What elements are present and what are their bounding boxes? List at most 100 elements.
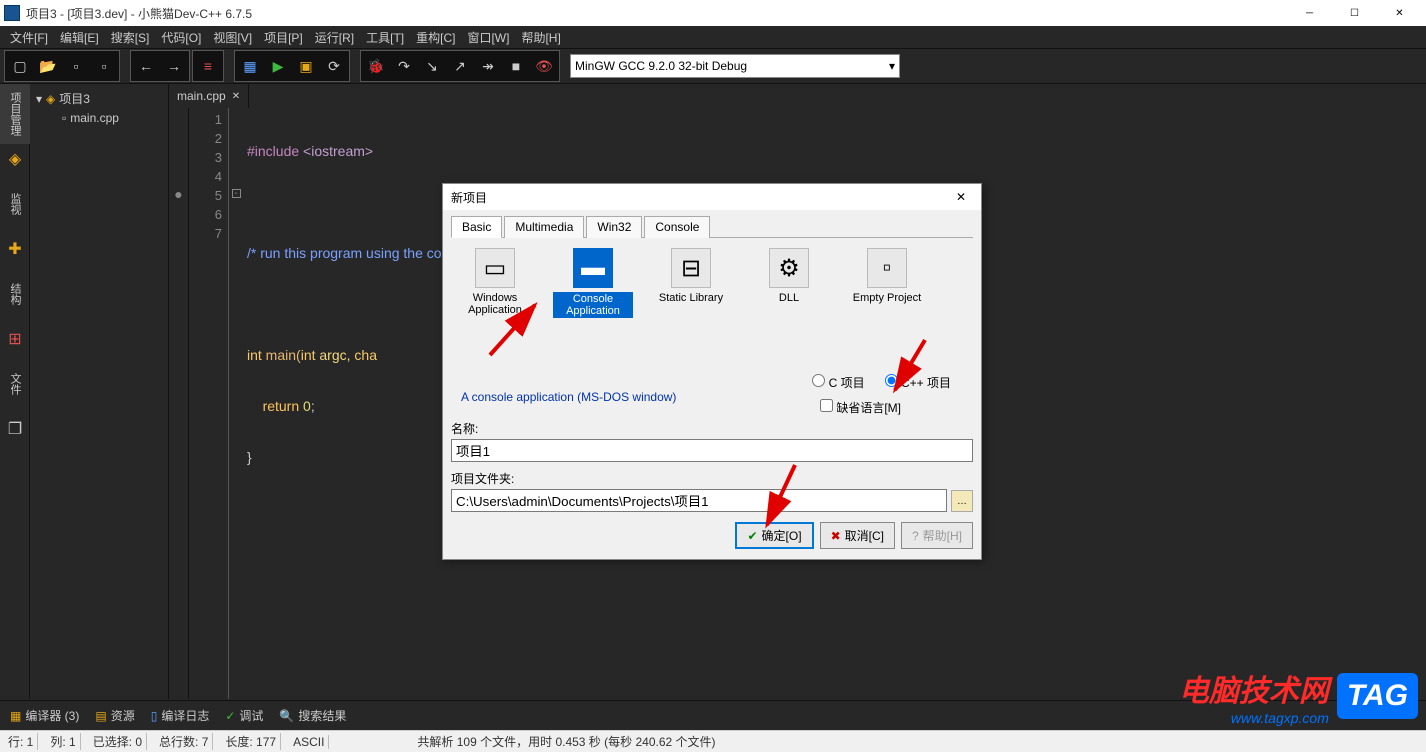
watermark: 电脑技术网 www.tagxp.com TAG: [1179, 666, 1418, 726]
bottom-resource[interactable]: ▤资源: [91, 707, 138, 724]
new-file-icon[interactable]: ▢: [6, 52, 34, 80]
breakpoint-gutter[interactable]: ●: [169, 108, 189, 699]
stop-debug-icon[interactable]: ■: [502, 52, 530, 80]
ok-button[interactable]: ✔确定[O]: [735, 522, 813, 549]
vtab-project[interactable]: 项目管理: [0, 84, 30, 144]
status-parse: 共解析 109 个文件，用时 0.453 秒 (每秒 240.62 个文件): [417, 733, 715, 750]
radio-cpp[interactable]: C++ 项目: [885, 374, 951, 391]
status-total: 总行数: 7: [155, 733, 213, 750]
vtab-file[interactable]: 文件: [0, 354, 30, 414]
dialog-titlebar[interactable]: 新项目 ✕: [443, 184, 981, 210]
hierarchy-icon[interactable]: ⊞: [0, 324, 30, 354]
compiler-select[interactable]: MinGW GCC 9.2.0 32-bit Debug ▾: [570, 54, 900, 78]
tpl-static-lib[interactable]: ⊟Static Library: [651, 248, 731, 318]
project-name-input[interactable]: [451, 439, 973, 462]
tab-multimedia[interactable]: Multimedia: [504, 216, 584, 238]
forward-icon[interactable]: →: [160, 52, 188, 80]
console-icon: ▬: [573, 248, 613, 288]
tab-basic[interactable]: Basic: [451, 216, 502, 238]
name-label: 名称:: [451, 420, 973, 437]
status-col: 列: 1: [46, 733, 80, 750]
watermark-url: www.tagxp.com: [1179, 710, 1329, 726]
open-icon[interactable]: 📂: [34, 52, 62, 80]
check-default-lang[interactable]: 缺省语言[M]: [820, 401, 901, 415]
tpl-windows-app[interactable]: ▭Windows Application: [455, 248, 535, 318]
minimize-button[interactable]: ─: [1287, 0, 1332, 26]
menu-edit[interactable]: 编辑[E]: [54, 27, 105, 48]
radio-c[interactable]: C 项目: [812, 374, 864, 391]
fold-gutter[interactable]: -: [229, 108, 243, 699]
tpl-dll[interactable]: ⚙DLL: [749, 248, 829, 318]
file-tab[interactable]: main.cpp ✕: [169, 84, 249, 108]
project-root[interactable]: ▾ ◈ 项目3: [34, 88, 164, 109]
menu-search[interactable]: 搜索[S]: [105, 27, 156, 48]
fold-minus-icon[interactable]: -: [232, 189, 241, 198]
menu-code[interactable]: 代码[O]: [155, 27, 207, 48]
toolbar: ▢ 📂 ▫ ▫ ← → ≡ ▦ ▶ ▣ ⟳ 🐞 ↷ ↘ ↗ ↠ ■ 👁 MinG…: [0, 48, 1426, 84]
watermark-cn: 电脑技术网: [1179, 666, 1329, 710]
debug-icon[interactable]: 🐞: [362, 52, 390, 80]
status-enc: ASCII: [289, 735, 329, 749]
help-button[interactable]: ?帮助[H]: [901, 522, 973, 549]
watch-icon[interactable]: 👁: [530, 52, 558, 80]
save-all-icon[interactable]: ▫: [90, 52, 118, 80]
vtab-watch[interactable]: 监视: [0, 174, 30, 234]
tpl-console-app[interactable]: ▬Console Application: [553, 248, 633, 318]
step-over-icon[interactable]: ↷: [390, 52, 418, 80]
vtab-struct[interactable]: 结构: [0, 264, 30, 324]
tab-win32[interactable]: Win32: [586, 216, 642, 238]
tab-console[interactable]: Console: [644, 216, 710, 238]
menu-tools[interactable]: 工具[T]: [360, 27, 410, 48]
title-bar: 项目3 - [项目3.dev] - 小熊猫Dev-C++ 6.7.5 ─ ☐ ✕: [0, 0, 1426, 26]
menu-file[interactable]: 文件[F]: [4, 27, 54, 48]
breakpoint-icon[interactable]: ●: [169, 184, 188, 203]
close-tab-icon[interactable]: ✕: [232, 91, 240, 102]
bottom-search[interactable]: 🔍搜索结果: [275, 707, 350, 724]
empty-icon: ▫: [867, 248, 907, 288]
dialog-close-icon[interactable]: ✕: [949, 190, 973, 204]
bottom-debug[interactable]: ✓调试: [221, 707, 267, 724]
menu-window[interactable]: 窗口[W]: [461, 27, 515, 48]
maximize-button[interactable]: ☐: [1332, 0, 1377, 26]
compile-icon[interactable]: ▦: [236, 52, 264, 80]
line-gutter: 1234567: [189, 108, 229, 699]
continue-icon[interactable]: ↠: [474, 52, 502, 80]
plus-icon[interactable]: ✚: [0, 234, 30, 264]
close-button[interactable]: ✕: [1377, 0, 1422, 26]
dll-icon: ⚙: [769, 248, 809, 288]
copy-icon[interactable]: ❐: [0, 414, 30, 444]
watermark-tag: TAG: [1337, 673, 1418, 719]
project-file[interactable]: ▫ main.cpp: [34, 109, 164, 127]
menu-view[interactable]: 视图[V]: [207, 27, 258, 48]
app-icon: [4, 5, 20, 21]
bottom-log[interactable]: ▯编译日志: [147, 707, 214, 724]
shield-icon[interactable]: ◈: [0, 144, 30, 174]
rebuild-icon[interactable]: ⟳: [320, 52, 348, 80]
left-tabbar: 项目管理 ◈ 监视 ✚ 结构 ⊞ 文件 ❐: [0, 84, 30, 699]
file-tab-label: main.cpp: [177, 89, 226, 103]
menu-help[interactable]: 帮助[H]: [515, 27, 566, 48]
shield-icon: ◈: [46, 92, 55, 106]
tpl-empty[interactable]: ▫Empty Project: [847, 248, 927, 318]
library-icon: ⊟: [671, 248, 711, 288]
project-panel: ▾ ◈ 项目3 ▫ main.cpp: [30, 84, 169, 699]
project-folder-input[interactable]: [451, 489, 947, 512]
chevron-down-icon: ▾: [889, 59, 895, 73]
compile-run-icon[interactable]: ▣: [292, 52, 320, 80]
project-name: 项目3: [59, 90, 90, 107]
step-into-icon[interactable]: ↘: [418, 52, 446, 80]
compiler-label: MinGW GCC 9.2.0 32-bit Debug: [575, 59, 747, 73]
menu-project[interactable]: 项目[P]: [258, 27, 309, 48]
step-out-icon[interactable]: ↗: [446, 52, 474, 80]
cancel-button[interactable]: ✖取消[C]: [820, 522, 895, 549]
back-icon[interactable]: ←: [132, 52, 160, 80]
save-icon[interactable]: ▫: [62, 52, 90, 80]
window-title: 项目3 - [项目3.dev] - 小熊猫Dev-C++ 6.7.5: [26, 5, 252, 22]
reformat-icon[interactable]: ≡: [194, 52, 222, 80]
bottom-compiler[interactable]: ▦编译器 (3): [6, 707, 83, 724]
menu-run[interactable]: 运行[R]: [309, 27, 360, 48]
dialog-title: 新项目: [451, 189, 487, 206]
browse-button[interactable]: …: [951, 490, 973, 512]
run-icon[interactable]: ▶: [264, 52, 292, 80]
menu-refactor[interactable]: 重构[C]: [410, 27, 461, 48]
